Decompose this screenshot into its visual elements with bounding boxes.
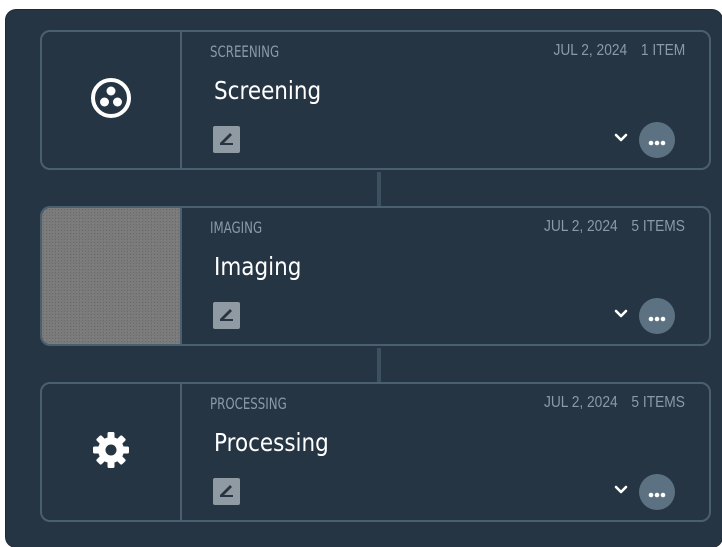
card-thumbnail xyxy=(42,32,182,168)
card-thumbnail xyxy=(42,384,182,520)
workflow-panel: SCREENING JUL 2, 2024 1 ITEM Screening IM… xyxy=(6,10,722,547)
more-horizontal-icon xyxy=(648,131,666,150)
workflow-card-processing[interactable]: PROCESSING JUL 2, 2024 5 ITEMS Processing xyxy=(40,382,711,522)
more-options-button[interactable] xyxy=(639,298,675,334)
edit-button[interactable] xyxy=(213,478,240,505)
expand-toggle[interactable] xyxy=(611,127,631,147)
edit-icon xyxy=(218,481,235,502)
card-title: Screening xyxy=(214,76,322,105)
card-date: JUL 2, 2024 xyxy=(544,218,618,235)
edit-icon xyxy=(218,129,235,150)
card-category: PROCESSING xyxy=(210,394,287,413)
card-item-count: 5 ITEMS xyxy=(631,394,685,411)
more-options-button[interactable] xyxy=(639,474,675,510)
expand-toggle[interactable] xyxy=(611,303,631,323)
card-title: Imaging xyxy=(214,252,302,281)
chevron-down-icon xyxy=(614,304,628,323)
card-meta: JUL 2, 2024 1 ITEM xyxy=(553,42,685,60)
more-options-button[interactable] xyxy=(639,122,675,158)
connector-line xyxy=(377,348,381,382)
card-item-count: 5 ITEMS xyxy=(631,218,685,235)
edit-icon xyxy=(218,305,235,326)
edit-button[interactable] xyxy=(213,302,240,329)
card-title: Processing xyxy=(214,428,329,457)
workflow-card-screening[interactable]: SCREENING JUL 2, 2024 1 ITEM Screening xyxy=(40,30,711,170)
image-thumbnail xyxy=(42,208,182,344)
edit-button[interactable] xyxy=(213,126,240,153)
more-horizontal-icon xyxy=(648,307,666,326)
expand-toggle[interactable] xyxy=(611,479,631,499)
card-date: JUL 2, 2024 xyxy=(553,42,627,59)
card-item-count: 1 ITEM xyxy=(640,42,685,59)
workflow-card-imaging[interactable]: IMAGING JUL 2, 2024 5 ITEMS Imaging xyxy=(40,206,711,346)
card-category: IMAGING xyxy=(210,218,263,237)
gear-icon xyxy=(91,430,131,474)
card-category: SCREENING xyxy=(210,42,280,61)
screening-icon xyxy=(90,77,132,123)
more-horizontal-icon xyxy=(648,483,666,502)
chevron-down-icon xyxy=(614,128,628,147)
connector-line xyxy=(377,172,381,206)
card-meta: JUL 2, 2024 5 ITEMS xyxy=(544,218,685,236)
chevron-down-icon xyxy=(614,480,628,499)
card-date: JUL 2, 2024 xyxy=(544,394,618,411)
card-meta: JUL 2, 2024 5 ITEMS xyxy=(544,394,685,412)
